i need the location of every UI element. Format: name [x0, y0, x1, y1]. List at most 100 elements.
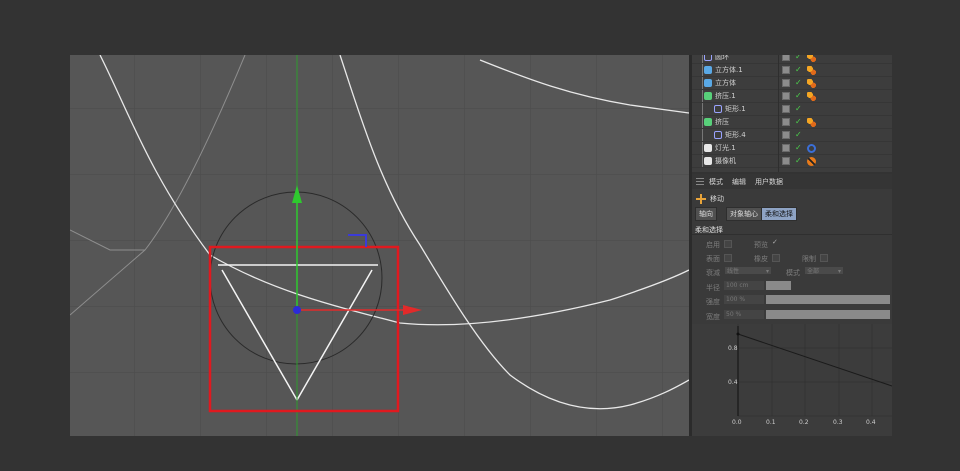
menu-mode[interactable]: 模式 — [709, 177, 723, 187]
layer-icon[interactable] — [782, 157, 790, 165]
extrude-icon — [704, 92, 712, 100]
visibility-checkmark-icon[interactable]: ✓ — [795, 155, 802, 167]
hierarchy-line — [702, 64, 703, 76]
hierarchy-line — [702, 90, 703, 102]
hierarchy-line — [702, 116, 703, 128]
tab-object-axis[interactable]: 对象轴心 — [726, 207, 762, 221]
graph-x-tick: 0.1 — [766, 419, 776, 426]
strength-slider[interactable] — [766, 295, 890, 304]
falloff-dropdown[interactable]: 线性 ▾ — [724, 266, 772, 275]
falloff-curve-knot[interactable] — [736, 332, 740, 336]
object-name[interactable]: 矩形.4 — [725, 129, 746, 141]
enable-checkbox[interactable] — [724, 240, 732, 248]
viewport-grid — [70, 55, 689, 436]
visibility-checkmark-icon[interactable]: ✓ — [795, 55, 802, 63]
object-name[interactable]: 立方体.1 — [715, 64, 743, 76]
hierarchy-line — [702, 155, 703, 167]
grip-icon[interactable] — [696, 178, 704, 185]
tool-title: 移动 — [710, 195, 724, 203]
hierarchy-line — [702, 55, 703, 63]
hierarchy-line — [702, 103, 703, 115]
layer-icon[interactable] — [782, 131, 790, 139]
tab-soft-selection[interactable]: 柔和选择 — [761, 207, 797, 221]
layer-icon[interactable] — [782, 92, 790, 100]
menu-edit[interactable]: 编辑 — [732, 177, 746, 187]
width-field[interactable]: 50 % — [724, 310, 764, 319]
layer-icon[interactable] — [782, 79, 790, 87]
width-slider[interactable] — [766, 310, 890, 319]
width-label: 宽度 — [706, 313, 720, 321]
preview-label: 预览 — [754, 241, 768, 249]
visibility-checkmark-icon[interactable]: ✓ — [795, 90, 802, 102]
layer-icon[interactable] — [782, 144, 790, 152]
object-row[interactable]: 挤压 ✓ — [692, 116, 892, 129]
visibility-checkmark-icon[interactable]: ✓ — [795, 103, 802, 115]
rubber-checkbox[interactable] — [772, 254, 780, 262]
falloff-curve[interactable] — [737, 333, 892, 387]
object-row[interactable]: 立方体 ✓ — [692, 77, 892, 90]
strength-field[interactable]: 100 % — [724, 295, 764, 304]
layer-icon[interactable] — [782, 118, 790, 126]
graph-grid — [737, 324, 892, 417]
rectangle-spline-icon — [714, 105, 722, 113]
attribute-manager: 模式 编辑 用户数据 移动 轴向 对象轴心 柔和选择 柔和选择 启用 预览 ✓ … — [692, 174, 892, 436]
object-row[interactable]: 矩形.1 ✓ — [692, 103, 892, 116]
phong-tag-icon[interactable] — [807, 92, 816, 101]
phong-tag-icon[interactable] — [807, 79, 816, 88]
viewport-3d[interactable] — [70, 55, 689, 436]
preview-checkmark-icon[interactable]: ✓ — [772, 238, 778, 246]
radius-slider[interactable] — [766, 281, 791, 290]
hierarchy-line — [702, 77, 703, 89]
falloff-graph[interactable]: 0.8 0.4 0.0 0.1 0.2 0.3 0.4 — [692, 324, 892, 436]
tab-axis[interactable]: 轴向 — [695, 207, 717, 221]
object-name[interactable]: 矩形.1 — [725, 103, 746, 115]
phong-tag-icon[interactable] — [807, 55, 816, 62]
object-name[interactable]: 挤压.1 — [715, 90, 736, 102]
falloff-graph-canvas[interactable]: 0.8 0.4 0.0 0.1 0.2 0.3 0.4 — [692, 324, 892, 436]
layer-icon[interactable] — [782, 66, 790, 74]
camera-icon — [704, 157, 712, 165]
object-name[interactable]: 灯光.1 — [715, 142, 736, 154]
mode-dropdown[interactable]: 全部 ▾ — [804, 266, 844, 275]
gizmo-center[interactable] — [293, 306, 301, 314]
surface-label: 表面 — [706, 255, 720, 263]
object-name[interactable]: 摄像机 — [715, 155, 736, 167]
light-target-icon[interactable] — [807, 144, 816, 153]
attribute-menu-bar: 模式 编辑 用户数据 — [692, 174, 892, 189]
camera-protection-icon[interactable] — [807, 157, 816, 166]
visibility-checkmark-icon[interactable]: ✓ — [795, 77, 802, 89]
object-name[interactable]: 挤压 — [715, 116, 729, 128]
restrict-label: 限制 — [802, 255, 816, 263]
strength-label: 强度 — [706, 298, 720, 306]
mode-label: 模式 — [786, 269, 800, 277]
menu-user-data[interactable]: 用户数据 — [755, 177, 783, 187]
phong-tag-icon[interactable] — [807, 118, 816, 127]
radius-field[interactable]: 100 cm — [724, 281, 764, 290]
move-tool-icon — [696, 194, 706, 204]
visibility-checkmark-icon[interactable]: ✓ — [795, 142, 802, 154]
object-row[interactable]: 灯光.1 ✓ — [692, 142, 892, 155]
cube-icon — [704, 66, 712, 74]
object-row[interactable]: 立方体.1 ✓ — [692, 64, 892, 77]
phong-tag-icon[interactable] — [807, 66, 816, 75]
object-row[interactable]: 矩形.4 ✓ — [692, 129, 892, 142]
restrict-checkbox[interactable] — [820, 254, 828, 262]
object-name[interactable]: 圆环 — [715, 55, 729, 63]
visibility-checkmark-icon[interactable]: ✓ — [795, 64, 802, 76]
visibility-checkmark-icon[interactable]: ✓ — [795, 129, 802, 141]
object-row[interactable]: 圆环 ✓ — [692, 55, 892, 64]
visibility-checkmark-icon[interactable]: ✓ — [795, 116, 802, 128]
graph-x-tick: 0.0 — [732, 419, 742, 426]
object-row[interactable]: 挤压.1 ✓ — [692, 90, 892, 103]
surface-checkbox[interactable] — [724, 254, 732, 262]
layer-icon[interactable] — [782, 55, 790, 61]
layer-icon[interactable] — [782, 105, 790, 113]
column-separator — [778, 55, 779, 172]
object-row[interactable]: 摄像机 ✓ — [692, 155, 892, 168]
enable-label: 启用 — [706, 241, 720, 249]
hierarchy-line — [702, 142, 703, 154]
viewport-canvas[interactable] — [70, 55, 689, 436]
right-margin — [892, 55, 960, 436]
circle-spline-icon — [704, 55, 712, 61]
object-name[interactable]: 立方体 — [715, 77, 736, 89]
